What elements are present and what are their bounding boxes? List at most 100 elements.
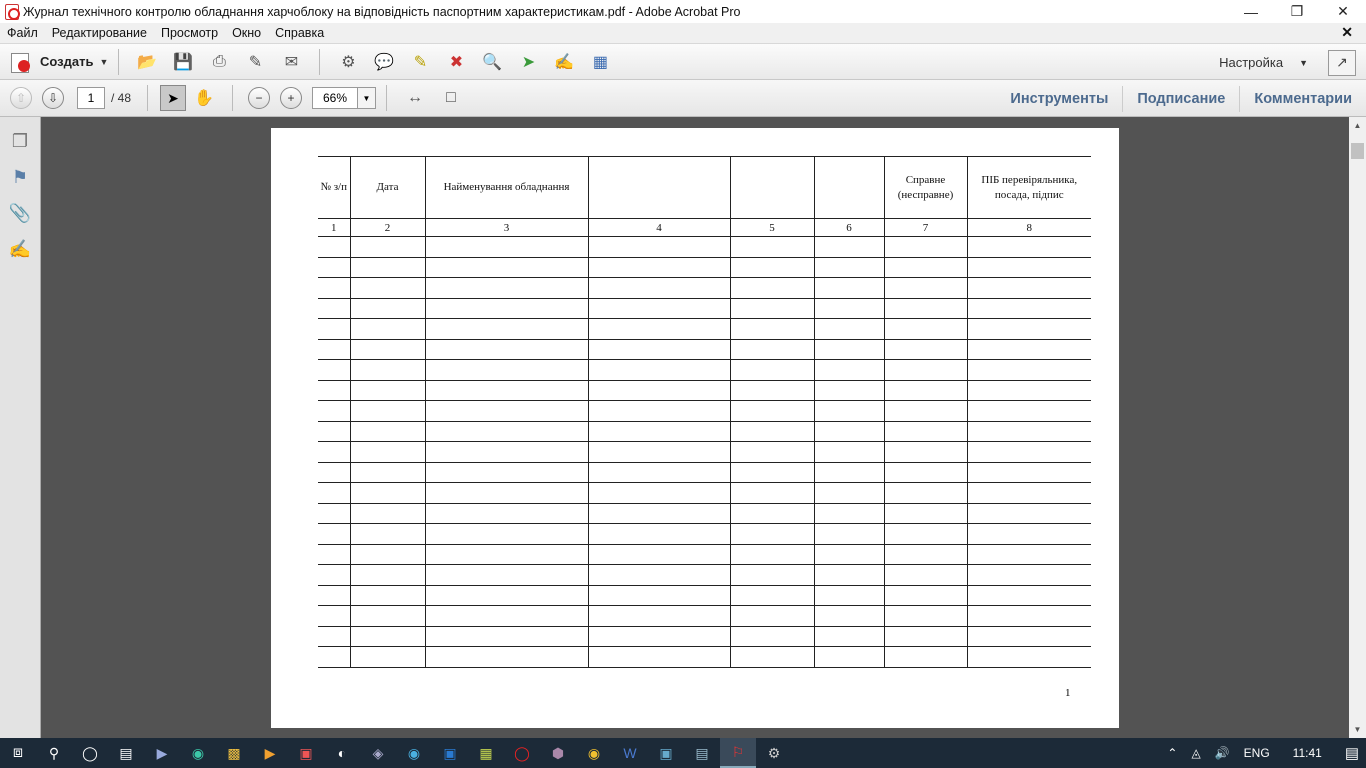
language-indicator[interactable]: ENG	[1237, 746, 1277, 760]
delete-page-icon[interactable]: ✖	[444, 50, 468, 74]
save-icon[interactable]: 💾	[171, 50, 195, 74]
page-thumbnails-icon[interactable]: ❐	[9, 129, 31, 153]
table-cell	[883, 277, 968, 299]
app-icon[interactable]: ◈	[360, 738, 396, 768]
zoom-in-icon[interactable]: +	[280, 87, 303, 109]
title-bar: Журнал технічного контролю обладнання ха…	[0, 0, 1366, 23]
print-icon[interactable]: ⎙	[207, 50, 231, 74]
sign-pane-button[interactable]: Подписание	[1122, 85, 1239, 112]
menu-view[interactable]: Просмотр	[154, 26, 225, 40]
scroll-down-icon[interactable]: ▼	[1349, 721, 1366, 738]
hand-tool-icon[interactable]: ✋	[192, 86, 216, 110]
search-icon[interactable]: ⚲	[36, 738, 72, 768]
chrome-icon[interactable]: ◉	[576, 738, 612, 768]
opera-icon[interactable]: ◯	[504, 738, 540, 768]
restore-icon[interactable]: ❐	[1274, 0, 1320, 23]
notifications-icon[interactable]: ▤	[1338, 744, 1366, 762]
create-button[interactable]: Создать ▼	[10, 51, 108, 73]
open-folder-icon[interactable]: 📂	[135, 50, 159, 74]
app-icon[interactable]: ▣	[288, 738, 324, 768]
attachments-icon[interactable]: 📎	[9, 201, 31, 225]
select-tool-icon[interactable]: ➤	[160, 85, 187, 111]
edit-document-icon[interactable]: ✎	[243, 50, 267, 74]
chevron-up-icon[interactable]: ⌃	[1160, 746, 1184, 760]
app-icon[interactable]: ▤	[684, 738, 720, 768]
cortana-icon[interactable]: ◯	[72, 738, 108, 768]
acrobat-taskbar-icon[interactable]: ⚐	[720, 738, 756, 768]
app-icon[interactable]: ◐	[324, 738, 360, 768]
windows-start-icon[interactable]: ⧈	[0, 738, 36, 768]
zoom-input[interactable]: 66%	[312, 87, 359, 109]
edge-legacy-icon[interactable]: ◉	[396, 738, 432, 768]
close-icon[interactable]: ✕	[1320, 0, 1366, 23]
menu-window[interactable]: Окно	[225, 26, 268, 40]
sign-icon[interactable]: ✍	[552, 50, 576, 74]
clock[interactable]: 11:41	[1277, 746, 1338, 760]
outlook-icon[interactable]: ▣	[432, 738, 468, 768]
toolbar-divider	[232, 85, 234, 111]
wifi-icon[interactable]: ◬	[1184, 746, 1207, 760]
bookmarks-icon[interactable]: ⚑	[9, 165, 31, 189]
table-cell	[424, 523, 589, 545]
app-icon[interactable]: ⚙	[756, 738, 792, 768]
app-icon[interactable]: ▣	[648, 738, 684, 768]
previous-page-icon[interactable]: ⇧	[10, 87, 32, 109]
menu-help[interactable]: Справка	[268, 26, 331, 40]
close-document-icon[interactable]: ✕	[1334, 24, 1360, 41]
media-player-icon[interactable]: ▶	[252, 738, 288, 768]
scroll-thumb[interactable]	[1351, 143, 1364, 159]
app-icon[interactable]: ⬢	[540, 738, 576, 768]
comments-pane-button[interactable]: Комментарии	[1239, 85, 1366, 112]
page-number-input[interactable]: 1	[77, 87, 105, 109]
chevron-down-icon[interactable]: ▼	[1299, 58, 1308, 68]
gear-icon[interactable]: ⚙	[336, 50, 360, 74]
fit-width-icon[interactable]: ↔	[403, 86, 427, 110]
expand-icon[interactable]: ↗	[1328, 49, 1356, 76]
form-icon[interactable]: ▦	[588, 50, 612, 74]
highlight-text-icon[interactable]: ✎	[408, 50, 432, 74]
search-document-icon[interactable]: 🔍	[480, 50, 504, 74]
table-cell	[883, 359, 968, 381]
chevron-down-icon[interactable]: ▼	[358, 87, 377, 109]
table-cell	[349, 482, 426, 504]
menu-edit[interactable]: Редактирование	[45, 26, 154, 40]
table-cell	[318, 585, 351, 606]
table-row	[318, 339, 1091, 360]
table-cell	[349, 400, 426, 422]
table-cell	[883, 585, 968, 606]
table-row	[318, 564, 1091, 586]
file-explorer-icon[interactable]: ▩	[216, 738, 252, 768]
table-cell	[318, 503, 351, 524]
table-row	[318, 421, 1091, 442]
export-icon[interactable]: ➤	[516, 50, 540, 74]
comment-icon[interactable]: 💬	[372, 50, 396, 74]
table-cell	[587, 482, 731, 504]
email-icon[interactable]: ✉	[279, 50, 303, 74]
table-cell	[424, 544, 589, 565]
table-cell	[813, 257, 885, 278]
notepad-icon[interactable]: ▦	[468, 738, 504, 768]
signatures-icon[interactable]: ✍	[9, 237, 31, 261]
minimize-icon[interactable]: —	[1228, 0, 1274, 23]
zoom-out-icon[interactable]: −	[248, 87, 271, 109]
table-cell	[883, 503, 968, 524]
scroll-up-icon[interactable]: ▲	[1349, 117, 1366, 134]
edge-browser-icon[interactable]: ◉	[180, 738, 216, 768]
task-view-icon[interactable]: ▤	[108, 738, 144, 768]
navigation-panel: ❐ ⚑ 📎 ✍	[0, 117, 41, 738]
setup-dropdown[interactable]: Настройка	[1219, 55, 1283, 70]
table-cell	[349, 298, 426, 319]
vertical-scrollbar[interactable]: ▲ ▼	[1349, 117, 1366, 738]
table-cell	[424, 339, 589, 360]
table-cell	[349, 318, 426, 340]
app-icon[interactable]: ▶	[144, 738, 180, 768]
word-icon[interactable]: W	[612, 738, 648, 768]
next-page-icon[interactable]: ⇩	[42, 87, 64, 109]
volume-icon[interactable]: 🔊	[1208, 746, 1237, 760]
fit-page-icon[interactable]: □	[439, 86, 463, 110]
tools-pane-button[interactable]: Инструменты	[996, 86, 1122, 112]
table-cell	[966, 564, 1091, 586]
table-cell	[349, 236, 426, 258]
table-cell	[813, 339, 885, 360]
menu-file[interactable]: Файл	[0, 26, 45, 40]
